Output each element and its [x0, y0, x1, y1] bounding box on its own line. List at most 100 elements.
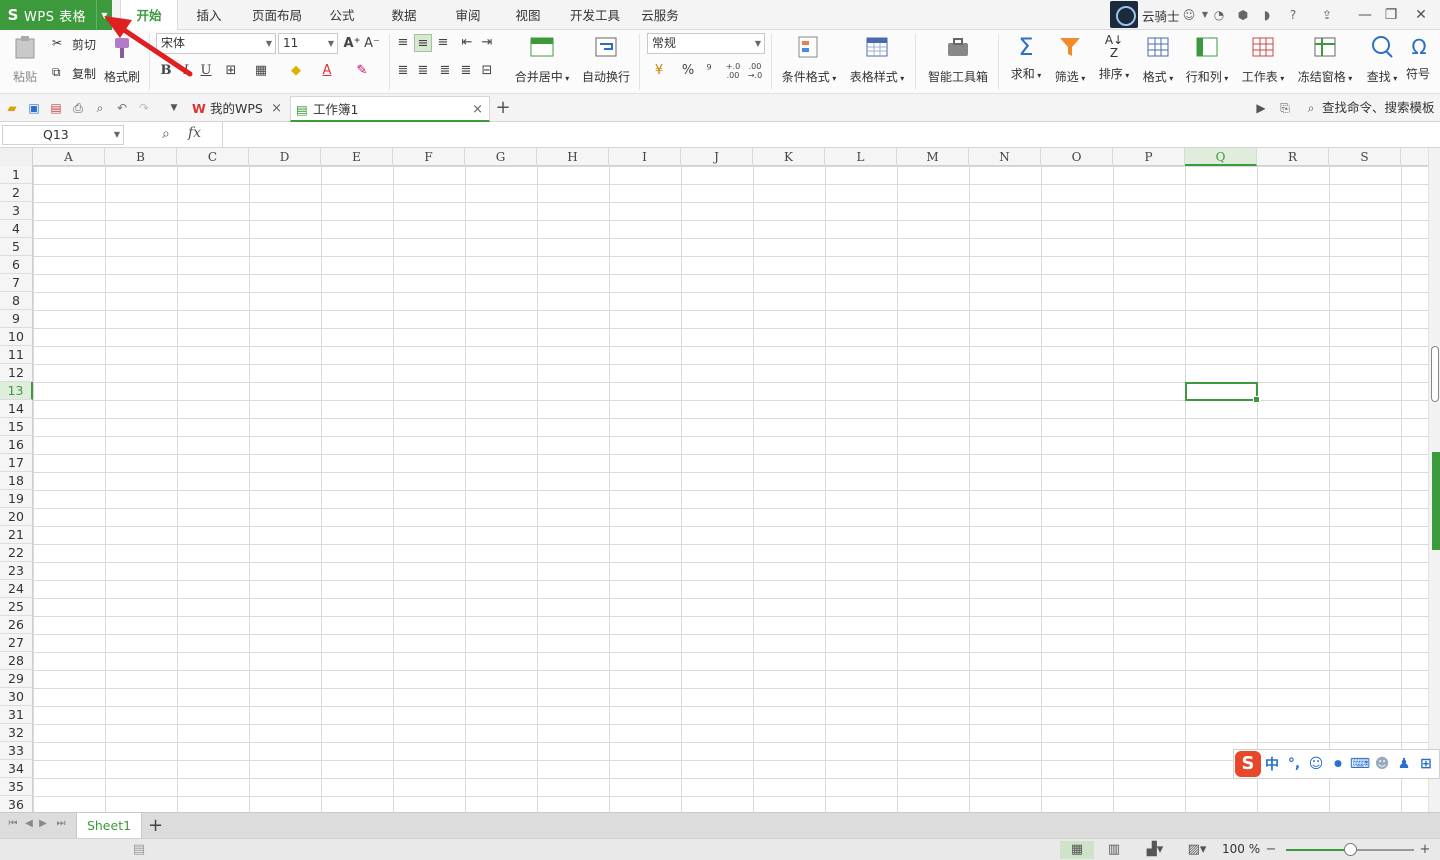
insert-function-button[interactable]: fx: [188, 125, 201, 141]
tab-my-wps[interactable]: W 我的WPS ×: [188, 96, 288, 122]
increase-font-icon[interactable]: A⁺: [343, 35, 361, 53]
menu-tab-4[interactable]: 数据: [376, 0, 432, 30]
currency-icon[interactable]: ¥: [650, 62, 668, 80]
column-header-H[interactable]: H: [537, 148, 609, 166]
column-header-M[interactable]: M: [897, 148, 969, 166]
row-header-31[interactable]: 31: [0, 706, 33, 724]
zoom-in-icon[interactable]: +: [1418, 841, 1432, 859]
row-header-16[interactable]: 16: [0, 436, 33, 454]
toolbox-grid-icon[interactable]: ⊞: [1415, 756, 1437, 772]
row-header-6[interactable]: 6: [0, 256, 33, 274]
font-size-select[interactable]: 11 ▼: [278, 33, 338, 54]
merge-center-button[interactable]: 合并居中 ▾: [510, 34, 574, 90]
dropdown-caret-icon[interactable]: ▾: [1167, 74, 1173, 83]
feedback-icon[interactable]: ⎘: [1276, 99, 1294, 117]
user-icon[interactable]: ☻: [1371, 756, 1393, 772]
sogou-logo-icon[interactable]: S: [1235, 751, 1261, 777]
column-header-D[interactable]: D: [249, 148, 321, 166]
percent-button[interactable]: %: [679, 62, 697, 80]
freeze-panes-button[interactable]: 冻结窗格 ▾: [1294, 34, 1356, 90]
row-header-5[interactable]: 5: [0, 238, 33, 256]
align-left-icon[interactable]: ≣: [394, 62, 412, 80]
underline-button[interactable]: U: [197, 62, 215, 80]
dropdown-caret-icon[interactable]: ▾: [563, 74, 569, 83]
justify-icon[interactable]: ≣: [457, 62, 475, 80]
microphone-icon[interactable]: ⏺: [1327, 756, 1349, 772]
print-preview-icon[interactable]: ⌕: [91, 99, 109, 117]
skin-shirt-icon[interactable]: ♟: [1393, 756, 1415, 772]
clear-format-icon[interactable]: ✎: [353, 62, 371, 80]
name-box[interactable]: Q13 ▼: [2, 125, 124, 145]
search-command-input[interactable]: 查找命令、搜索模板: [1322, 94, 1435, 122]
page-break-view-icon[interactable]: ▥: [1104, 841, 1124, 859]
bold-button[interactable]: B: [157, 62, 175, 80]
row-header-4[interactable]: 4: [0, 220, 33, 238]
app-menu-dropdown-icon[interactable]: ▼: [96, 0, 112, 30]
row-header-30[interactable]: 30: [0, 688, 33, 706]
row-header-36[interactable]: 36: [0, 796, 33, 812]
column-header-E[interactable]: E: [321, 148, 393, 166]
column-header-N[interactable]: N: [969, 148, 1041, 166]
row-header-20[interactable]: 20: [0, 508, 33, 526]
active-cell[interactable]: [1185, 382, 1260, 403]
dropdown-caret-icon[interactable]: ▾: [1123, 71, 1129, 80]
row-header-35[interactable]: 35: [0, 778, 33, 796]
scrollbar-thumb[interactable]: [1431, 346, 1439, 402]
increase-indent-icon[interactable]: ⇥: [478, 34, 496, 52]
row-header-15[interactable]: 15: [0, 418, 33, 436]
filter-button[interactable]: 筛选 ▾: [1050, 34, 1090, 90]
menu-tab-7[interactable]: 开发工具: [560, 0, 630, 30]
dropdown-caret-icon[interactable]: ▾: [898, 74, 904, 83]
dropdown-caret-icon[interactable]: ▾: [1391, 74, 1397, 83]
column-header-K[interactable]: K: [753, 148, 825, 166]
row-header-8[interactable]: 8: [0, 292, 33, 310]
italic-button[interactable]: I: [177, 62, 195, 80]
worksheet-button[interactable]: 工作表 ▾: [1238, 34, 1288, 90]
font-name-select[interactable]: 宋体 ▼: [156, 33, 276, 54]
keyboard-icon[interactable]: ⌨: [1349, 756, 1371, 772]
next-sheet-icon[interactable]: ▶: [36, 818, 50, 829]
new-tab-icon[interactable]: +: [494, 99, 512, 117]
align-center-icon[interactable]: ≣: [414, 62, 432, 80]
reading-mode-icon[interactable]: ▨▾: [1182, 841, 1212, 859]
paste-button[interactable]: 粘贴: [6, 34, 44, 90]
thousands-button[interactable]: ⁹: [700, 62, 718, 80]
smart-toolbox-button[interactable]: 智能工具箱: [924, 34, 992, 90]
row-header-17[interactable]: 17: [0, 454, 33, 472]
row-header-22[interactable]: 22: [0, 544, 33, 562]
row-header-24[interactable]: 24: [0, 580, 33, 598]
ime-language[interactable]: 中: [1261, 754, 1283, 774]
row-header-18[interactable]: 18: [0, 472, 33, 490]
cut-icon[interactable]: ✂: [52, 36, 62, 50]
menu-tab-2[interactable]: 页面布局: [240, 0, 314, 30]
add-sheet-icon[interactable]: +: [148, 815, 163, 836]
dropdown-caret-icon[interactable]: ▾: [1278, 74, 1284, 83]
tab-workbook[interactable]: ▤ 工作簿1 ×: [290, 96, 490, 122]
row-header-11[interactable]: 11: [0, 346, 33, 364]
zoom-formula-icon[interactable]: ⌕: [162, 126, 170, 142]
table-style-button[interactable]: 表格样式 ▾: [846, 34, 908, 90]
dropdown-caret-icon[interactable]: ▾: [1346, 74, 1352, 83]
menu-tab-3[interactable]: 公式: [316, 0, 368, 30]
row-header-3[interactable]: 3: [0, 202, 33, 220]
upload-icon[interactable]: ⇪: [1318, 6, 1336, 24]
distribute-icon[interactable]: ⊟: [478, 62, 496, 80]
dropdown-caret-icon[interactable]: ▾: [1035, 71, 1041, 80]
row-header-34[interactable]: 34: [0, 760, 33, 778]
select-all-corner[interactable]: [0, 148, 33, 166]
format-painter-button[interactable]: 格式刷: [102, 34, 142, 90]
present-icon[interactable]: ▶: [1252, 99, 1270, 117]
column-header-Q[interactable]: Q: [1185, 148, 1257, 166]
undo-icon[interactable]: ↶: [113, 99, 131, 117]
copy-button[interactable]: 复制: [72, 65, 96, 82]
last-sheet-icon[interactable]: ⏭: [54, 818, 68, 829]
wrap-text-button[interactable]: 自动换行: [578, 34, 634, 90]
row-header-9[interactable]: 9: [0, 310, 33, 328]
export-pdf-icon[interactable]: ▤: [47, 99, 65, 117]
help-icon[interactable]: ?: [1284, 6, 1302, 24]
side-panel-toggle[interactable]: [1432, 452, 1440, 550]
close-tab-icon[interactable]: ×: [472, 97, 483, 123]
fill-color-icon[interactable]: ◆: [287, 62, 305, 80]
sort-button[interactable]: A↓ Z 排序 ▾: [1094, 34, 1134, 90]
align-right-icon[interactable]: ≣: [436, 62, 454, 80]
